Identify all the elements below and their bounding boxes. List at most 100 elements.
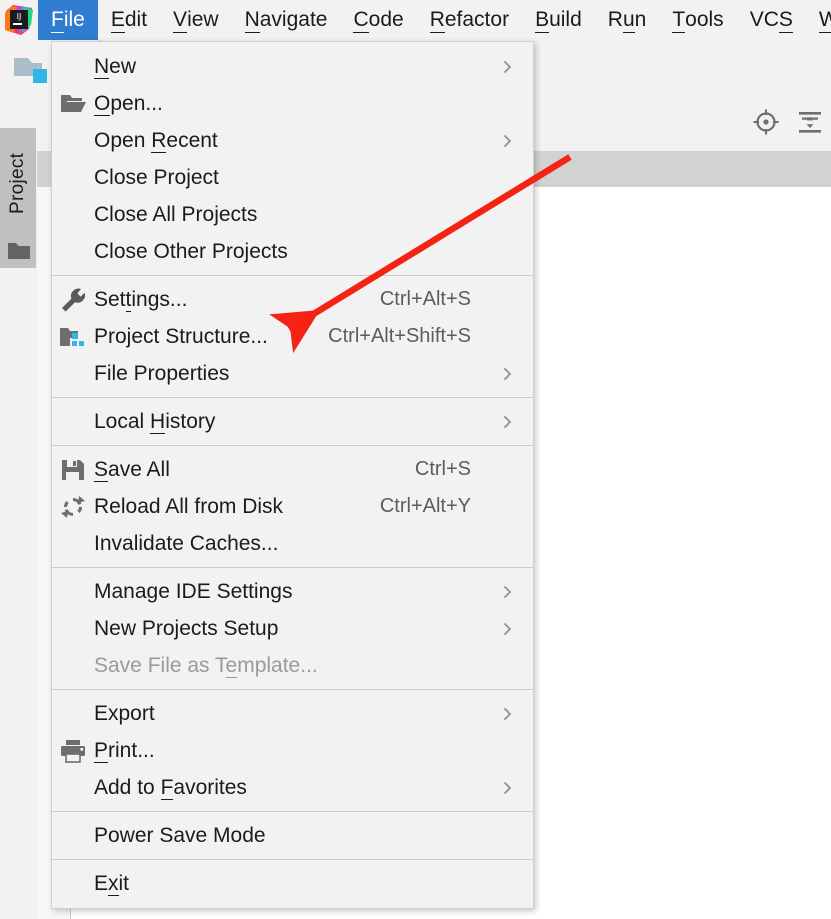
- chevron-right-icon: [493, 706, 533, 722]
- menu-item-file-properties[interactable]: File Properties: [52, 355, 533, 392]
- menu-item-shortcut: Ctrl+Alt+Y: [379, 495, 471, 517]
- menubar-item-view[interactable]: View: [160, 0, 232, 40]
- chevron-right-icon: [493, 621, 533, 637]
- menu-item-icon-slot: [52, 196, 94, 233]
- menu-item-mnemonic: t: [125, 287, 132, 312]
- menubar-item-file-mnemonic: F: [51, 7, 64, 33]
- chevron-right-icon: [493, 414, 533, 430]
- chevron-right-icon: [493, 366, 533, 382]
- collapse-all-icon[interactable]: [797, 109, 823, 140]
- menu-item-add-to-favorites[interactable]: Add to Favorites: [52, 769, 533, 806]
- menu-item-icon-slot: [52, 122, 94, 159]
- menu-item-label: Export: [94, 701, 155, 725]
- menu-item-label: Save All: [94, 457, 170, 482]
- menu-item-icon-slot: [52, 865, 94, 902]
- reload-icon: [52, 488, 94, 525]
- open-folder-icon: [52, 85, 94, 122]
- menu-item-shortcut: Ctrl+Alt+Shift+S: [328, 325, 471, 347]
- menu-item-label: New Projects Setup: [94, 616, 279, 640]
- menu-item-manage-ide-settings[interactable]: Manage IDE Settings: [52, 573, 533, 610]
- menubar-item-code[interactable]: Code: [340, 0, 416, 40]
- menu-item-mnemonic: S: [94, 457, 109, 482]
- menu-separator: [52, 445, 533, 446]
- menu-item-label: Close All Projects: [94, 202, 258, 226]
- project-structure-icon: [52, 318, 94, 355]
- menu-separator: [52, 811, 533, 812]
- menu-item-label: Add to Favorites: [94, 775, 247, 800]
- menu-item-mnemonic: P: [94, 738, 109, 763]
- menu-item-close-project[interactable]: Close Project: [52, 159, 533, 196]
- menu-item-exit[interactable]: Exit: [52, 865, 533, 902]
- menu-item-label: Project Structure...: [94, 324, 268, 348]
- menubar-item-vcs[interactable]: VC S: [737, 0, 806, 40]
- project-folder-icon: [10, 52, 54, 93]
- menubar-item-navigate[interactable]: Navigate: [232, 0, 341, 40]
- menu-item-label: Close Other Projects: [94, 239, 288, 263]
- project-toolbar-actions: [753, 97, 823, 151]
- menubar-item-tools[interactable]: Tools: [659, 0, 736, 40]
- chevron-right-icon: [493, 59, 533, 75]
- tool-window-strip-lower: [0, 268, 36, 919]
- menubar-item-run[interactable]: Run: [595, 0, 660, 40]
- menu-item-local-history[interactable]: Local History: [52, 403, 533, 440]
- menu-item-new[interactable]: New: [52, 48, 533, 85]
- menu-item-label: Open Recent: [94, 128, 218, 153]
- menu-item-label: Power Save Mode: [94, 823, 266, 847]
- menu-item-mnemonic: R: [151, 128, 167, 153]
- menu-item-new-projects-setup[interactable]: New Projects Setup: [52, 610, 533, 647]
- menu-item-mnemonic: O: [94, 91, 111, 116]
- menu-item-mnemonic: x: [108, 871, 119, 896]
- menu-item-reload-all-from-disk[interactable]: Reload All from Disk Ctrl+Alt+Y: [52, 488, 533, 525]
- menu-item-label: Reload All from Disk: [94, 494, 284, 518]
- menu-item-mnemonic: e: [225, 653, 238, 678]
- menu-item-label: Manage IDE Settings: [94, 579, 293, 603]
- save-icon: [52, 451, 94, 488]
- menu-item-icon-slot: [52, 817, 94, 854]
- menubar-item-refactor[interactable]: Refactor: [417, 0, 522, 40]
- menu-item-icon-slot: [52, 573, 94, 610]
- menu-separator: [52, 567, 533, 568]
- menu-item-export[interactable]: Export: [52, 695, 533, 732]
- menu-item-save-file-as-template: Save File as Template...: [52, 647, 533, 684]
- menu-item-open-recent[interactable]: Open Recent: [52, 122, 533, 159]
- menu-item-icon-slot: [52, 647, 94, 684]
- menu-item-icon-slot: [52, 769, 94, 806]
- menu-item-shortcut: Ctrl+Alt+S: [379, 288, 471, 310]
- menubar-item-build[interactable]: Build: [522, 0, 595, 40]
- menu-separator: [52, 397, 533, 398]
- menu-item-icon-slot: [52, 695, 94, 732]
- svg-text:IJ: IJ: [17, 12, 22, 21]
- menu-item-settings[interactable]: Settings... Ctrl+Alt+S: [52, 281, 533, 318]
- menubar-item-file[interactable]: File: [38, 0, 98, 40]
- menu-bar: IJ File Edit View Navigate Code Refactor…: [0, 0, 831, 40]
- menu-item-label: Settings...: [94, 287, 188, 312]
- menubar-item-edit[interactable]: Edit: [98, 0, 160, 40]
- menu-item-label: Local History: [94, 409, 216, 434]
- menu-item-invalidate-caches[interactable]: Invalidate Caches...: [52, 525, 533, 562]
- menu-item-project-structure[interactable]: Project Structure... Ctrl+Alt+Shift+S: [52, 318, 533, 355]
- menu-item-icon-slot: [52, 48, 94, 85]
- menu-item-save-all[interactable]: Save All Ctrl+S: [52, 451, 533, 488]
- menubar-item-window[interactable]: W: [806, 0, 831, 40]
- menu-item-close-all-projects[interactable]: Close All Projects: [52, 196, 533, 233]
- select-opened-file-icon[interactable]: [753, 109, 779, 140]
- chevron-right-icon: [493, 584, 533, 600]
- printer-icon: [52, 732, 94, 769]
- menu-separator: [52, 275, 533, 276]
- wrench-icon: [52, 281, 94, 318]
- menu-item-mnemonic: N: [94, 54, 110, 79]
- menu-item-icon-slot: [52, 525, 94, 562]
- menu-separator: [52, 689, 533, 690]
- menu-item-icon-slot: [52, 610, 94, 647]
- menu-item-close-other-projects[interactable]: Close Other Projects: [52, 233, 533, 270]
- menu-item-label: Open...: [94, 91, 163, 116]
- sidebar-tab-project-label: Project: [7, 152, 28, 214]
- menubar-item-file-rest: ile: [63, 8, 85, 31]
- menu-item-print[interactable]: Print...: [52, 732, 533, 769]
- menu-item-open[interactable]: Open...: [52, 85, 533, 122]
- menu-item-mnemonic: F: [160, 775, 174, 800]
- menu-separator: [52, 859, 533, 860]
- file-menu-dropdown: New Open... Open Recent Close Project Close …: [51, 41, 534, 909]
- intellij-idea-logo-icon: IJ: [0, 0, 38, 40]
- menu-item-power-save-mode[interactable]: Power Save Mode: [52, 817, 533, 854]
